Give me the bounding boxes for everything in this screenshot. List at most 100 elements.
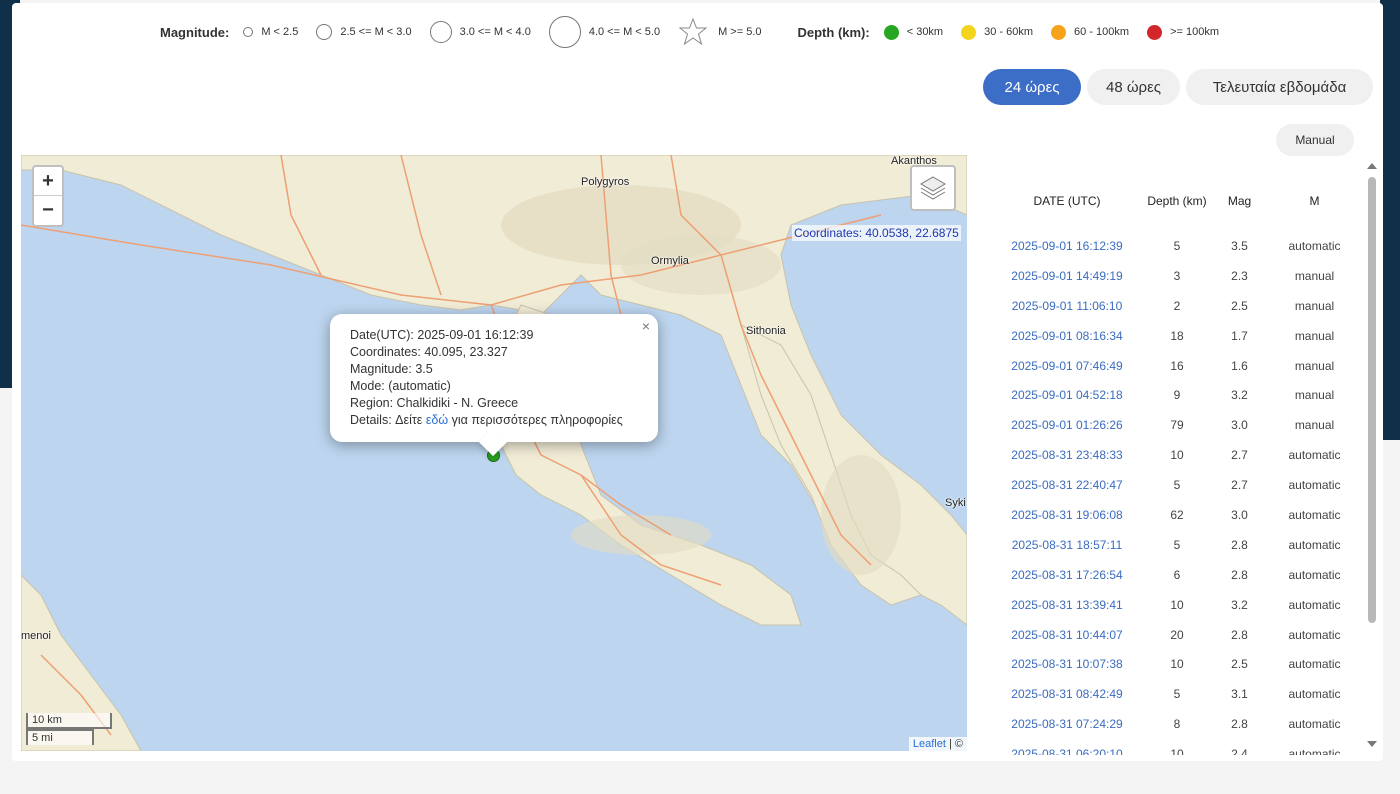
- table-row[interactable]: 2025-08-31 06:20:10 10 2.4 automatic: [992, 739, 1362, 755]
- table-row[interactable]: 2025-08-31 10:44:07 20 2.8 automatic: [992, 620, 1362, 650]
- table-row[interactable]: 2025-09-01 11:06:10 2 2.5 manual: [992, 291, 1362, 321]
- row-date[interactable]: 2025-08-31 10:44:07: [992, 620, 1142, 650]
- page-background-right: [1380, 0, 1400, 440]
- row-mode: automatic: [1288, 687, 1341, 702]
- popup-details-link[interactable]: εδώ: [426, 413, 448, 427]
- zoom-out-button[interactable]: −: [34, 196, 62, 225]
- row-date[interactable]: 2025-08-31 18:57:11: [992, 530, 1142, 560]
- row-date[interactable]: 2025-08-31 08:42:49: [992, 679, 1142, 709]
- tab-last-week[interactable]: Τελευταία εβδομάδα: [1186, 69, 1373, 105]
- tab-48-hours[interactable]: 48 ώρες: [1087, 69, 1180, 105]
- row-date[interactable]: 2025-09-01 08:16:34: [992, 321, 1142, 351]
- table-row[interactable]: 2025-09-01 16:12:39 5 3.5 automatic: [992, 231, 1362, 261]
- legend-mag-3: 3.0 <= M < 4.0: [429, 21, 531, 43]
- popup-close-button[interactable]: ×: [642, 318, 650, 335]
- row-mag: 3.2: [1231, 597, 1248, 612]
- legend-mag-1: M < 2.5: [243, 26, 298, 38]
- row-depth: 79: [1170, 418, 1184, 433]
- earthquake-list[interactable]: DATE (UTC) Depth (km) Mag M 2025-09-01 1…: [992, 161, 1378, 755]
- red-dot-icon: [1147, 24, 1163, 40]
- table-row[interactable]: 2025-09-01 01:26:26 79 3.0 manual: [992, 410, 1362, 440]
- row-date[interactable]: 2025-08-31 23:48:33: [992, 440, 1142, 470]
- scale-mi: 5 mi: [26, 729, 94, 745]
- row-date[interactable]: 2025-08-31 17:26:54: [992, 560, 1142, 590]
- table-row[interactable]: 2025-08-31 17:26:54 6 2.8 automatic: [992, 560, 1362, 590]
- row-mag: 1.6: [1231, 358, 1248, 373]
- tab-24-hours[interactable]: 24 ώρες: [983, 69, 1081, 105]
- legend-mag-5: M >= 5.0: [678, 17, 762, 47]
- row-mode: automatic: [1288, 537, 1341, 552]
- row-mag: 2.8: [1231, 537, 1248, 552]
- layers-button[interactable]: [910, 165, 956, 211]
- row-depth: 10: [1170, 597, 1184, 612]
- scroll-up-icon[interactable]: [1367, 163, 1377, 169]
- circle-icon: [316, 24, 333, 40]
- row-depth: 20: [1170, 627, 1184, 642]
- row-date[interactable]: 2025-08-31 19:06:08: [992, 500, 1142, 530]
- row-date[interactable]: 2025-08-31 13:39:41: [992, 590, 1142, 620]
- row-mag: 2.7: [1231, 478, 1248, 493]
- star-icon: [678, 17, 708, 46]
- row-depth: 5: [1173, 478, 1181, 493]
- row-date[interactable]: 2025-08-31 07:24:29: [992, 709, 1142, 739]
- table-row[interactable]: 2025-08-31 23:48:33 10 2.7 automatic: [992, 440, 1362, 470]
- scroll-down-icon[interactable]: [1367, 741, 1377, 747]
- header-mag: Mag: [1227, 194, 1252, 208]
- row-date[interactable]: 2025-08-31 06:20:10: [992, 739, 1142, 755]
- map-label-sithonia: Sithonia: [746, 325, 786, 337]
- row-mode: automatic: [1288, 627, 1341, 642]
- row-mag: 2.8: [1231, 567, 1248, 582]
- table-row[interactable]: 2025-09-01 04:52:18 9 3.2 manual: [992, 380, 1362, 410]
- table-row[interactable]: 2025-08-31 18:57:11 5 2.8 automatic: [992, 530, 1362, 560]
- map-label-polygyros: Polygyros: [581, 176, 630, 188]
- header-date: DATE (UTC): [1033, 194, 1101, 208]
- list-scrollbar[interactable]: [1365, 163, 1379, 753]
- content-card: Magnitude: M < 2.5 2.5 <= M < 3.0 3.0 <=…: [12, 3, 1383, 761]
- legend-mag-2: 2.5 <= M < 3.0: [316, 24, 412, 40]
- table-row[interactable]: 2025-08-31 13:39:41 10 3.2 automatic: [992, 590, 1362, 620]
- manual-button[interactable]: Manual: [1276, 124, 1354, 156]
- row-date[interactable]: 2025-09-01 16:12:39: [992, 231, 1142, 261]
- table-header-row: DATE (UTC) Depth (km) Mag M: [992, 161, 1362, 231]
- legend-depth-3: 60 - 100km: [1051, 24, 1129, 40]
- legend: Magnitude: M < 2.5 2.5 <= M < 3.0 3.0 <=…: [160, 16, 1237, 48]
- row-date[interactable]: 2025-09-01 04:52:18: [992, 380, 1142, 410]
- row-mag: 2.4: [1231, 747, 1248, 755]
- row-date[interactable]: 2025-09-01 11:06:10: [992, 291, 1142, 321]
- row-mode: manual: [1294, 298, 1335, 313]
- leaflet-link[interactable]: Leaflet: [913, 738, 946, 750]
- row-mag: 3.5: [1231, 238, 1248, 253]
- table-row[interactable]: 2025-09-01 07:46:49 16 1.6 manual: [992, 351, 1362, 381]
- coordinates-readout: Coordinates: 40.0538, 22.6875: [792, 225, 961, 241]
- circle-icon: [429, 21, 452, 43]
- table-row[interactable]: 2025-08-31 19:06:08 62 3.0 automatic: [992, 500, 1362, 530]
- row-mag: 3.0: [1231, 507, 1248, 522]
- zoom-in-button[interactable]: +: [34, 167, 62, 196]
- row-mode: automatic: [1288, 238, 1341, 253]
- map-label-menoi: menoi: [21, 630, 51, 642]
- map[interactable]: Akanthos Polygyros Ormylia Sithonia Syki…: [21, 155, 967, 751]
- scale-km: 10 km: [26, 713, 112, 729]
- row-mag: 2.5: [1231, 657, 1248, 672]
- orange-dot-icon: [1051, 24, 1067, 40]
- row-depth: 62: [1170, 507, 1184, 522]
- row-date[interactable]: 2025-09-01 14:49:19: [992, 261, 1142, 291]
- magnitude-legend-title: Magnitude:: [160, 24, 230, 40]
- row-depth: 10: [1170, 657, 1184, 672]
- table-row[interactable]: 2025-09-01 14:49:19 3 2.3 manual: [992, 261, 1362, 291]
- table-row[interactable]: 2025-08-31 10:07:38 10 2.5 automatic: [992, 649, 1362, 679]
- yellow-dot-icon: [961, 24, 977, 40]
- row-date[interactable]: 2025-08-31 10:07:38: [992, 649, 1142, 679]
- table-row[interactable]: 2025-08-31 22:40:47 5 2.7 automatic: [992, 470, 1362, 500]
- row-mode: manual: [1294, 268, 1335, 283]
- row-date[interactable]: 2025-09-01 07:46:49: [992, 351, 1142, 381]
- table-row[interactable]: 2025-08-31 07:24:29 8 2.8 automatic: [992, 709, 1362, 739]
- row-depth: 18: [1170, 328, 1184, 343]
- scroll-thumb[interactable]: [1368, 177, 1376, 623]
- row-date[interactable]: 2025-08-31 22:40:47: [992, 470, 1142, 500]
- row-date[interactable]: 2025-09-01 01:26:26: [992, 410, 1142, 440]
- row-mode: manual: [1294, 358, 1335, 373]
- table-row[interactable]: 2025-08-31 08:42:49 5 3.1 automatic: [992, 679, 1362, 709]
- table-row[interactable]: 2025-09-01 08:16:34 18 1.7 manual: [992, 321, 1362, 351]
- header-depth: Depth (km): [1147, 194, 1207, 208]
